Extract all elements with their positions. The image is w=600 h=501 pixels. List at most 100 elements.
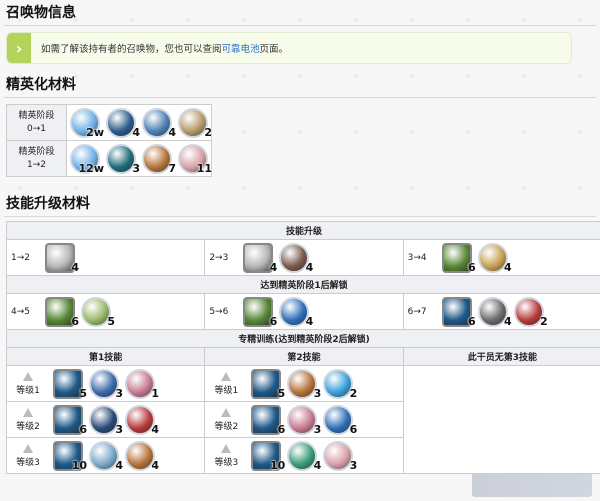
mastery-level-label: 等级1 <box>11 371 45 396</box>
crystal-box-icon[interactable]: 4 <box>125 440 159 472</box>
item-list: 6 4 2 <box>441 296 548 328</box>
skill-summary-3-icon[interactable]: 5 <box>53 368 87 400</box>
item-count: 1 <box>151 386 159 400</box>
elite-stage-label: 精英阶段 1→2 <box>6 140 67 177</box>
lmd-chip-icon[interactable]: 12w <box>70 143 104 175</box>
skill-summary-2-icon[interactable]: 6 <box>441 242 476 274</box>
mastery-cell: 等级1 5 3 1 <box>5 365 206 402</box>
skill-summary-3-icon[interactable]: 10 <box>251 440 285 472</box>
item-list: 5 3 2 <box>251 368 357 400</box>
grass-ore-icon[interactable]: 5 <box>81 296 115 328</box>
upgrade-cell: 4→5 6 5 <box>5 293 206 330</box>
item-list: 6 3 6 <box>251 404 357 436</box>
mastery-cell: 等级1 5 3 2 <box>204 365 404 402</box>
mastery-cell: 等级3 10 4 4 <box>5 437 206 474</box>
upgrade-step: 1→2 <box>11 252 30 263</box>
mastery-rank-icon <box>23 443 33 453</box>
item-count: 6 <box>269 314 278 328</box>
item-count: 4 <box>504 260 512 274</box>
orb-cluster-icon[interactable]: 4 <box>89 440 123 472</box>
mastery-rank-icon <box>23 407 33 417</box>
lmd-chip-icon[interactable]: 2w <box>70 107 104 139</box>
pink-block-icon[interactable]: 3 <box>323 440 357 472</box>
item-count: 10 <box>71 458 87 472</box>
item-count: 6 <box>468 314 476 328</box>
mastery-rank-icon <box>221 371 232 381</box>
item-count: 2 <box>540 314 548 328</box>
blade-icon[interactable]: 4 <box>477 296 512 328</box>
item-count: 4 <box>151 422 159 436</box>
mastery-level-label: 等级3 <box>11 443 45 468</box>
item-list: 64 <box>243 296 313 328</box>
item-count: 4 <box>305 314 314 328</box>
elite-stage-label: 精英阶段 0→1 <box>6 104 67 141</box>
mastery-level-label: 等级2 <box>209 407 243 432</box>
blue-orb-icon[interactable]: 2 <box>323 368 357 400</box>
polyester-icon[interactable]: 2 <box>178 107 212 139</box>
item-list: 6 3 4 <box>53 404 159 436</box>
skill-summary-icon[interactable]: 4 <box>45 242 79 274</box>
item-count: 4 <box>115 458 123 472</box>
summon-section-title: 召唤物信息 <box>4 0 596 26</box>
notice-text: 如需了解该持有者的召唤物，您也可以查阅可靠电池页面。 <box>31 41 288 55</box>
skill-summary-3-icon[interactable]: 6 <box>441 296 476 328</box>
gold-ore-icon[interactable]: 4 <box>477 242 512 274</box>
notice-box: › 如需了解该持有者的召唤物，您也可以查阅可靠电池页面。 <box>6 32 572 64</box>
specialist-chip-icon[interactable]: 4 <box>106 107 140 139</box>
elite-row: 精英阶段 1→2 12w 3 7 11 <box>6 140 212 177</box>
item-count: 7 <box>168 161 176 175</box>
item-count: 2 <box>204 125 212 139</box>
mastery-level-label: 等级3 <box>209 443 243 468</box>
upgrade-cell: 1→2 4 <box>5 239 206 276</box>
item-count: 6 <box>71 314 79 328</box>
skill-summary-3-icon[interactable]: 6 <box>53 404 87 436</box>
elite-stage-step: 0→1 <box>27 123 46 134</box>
item-count: 10 <box>270 458 286 472</box>
skill-summary-3-icon[interactable]: 10 <box>53 440 87 472</box>
rock-icon[interactable]: 4 <box>279 242 313 274</box>
notice-link[interactable]: 可靠电池 <box>222 44 260 55</box>
item-count: 6 <box>468 260 476 274</box>
elite-table: 精英阶段 0→1 2w 4 4 2 精英阶段 1→2 12w 3 7 11 <box>6 104 212 177</box>
item-count: 3 <box>115 422 123 436</box>
elite-stage-text: 精英阶段 <box>18 110 55 121</box>
item-count: 3 <box>313 422 322 436</box>
pink-block-icon[interactable]: 11 <box>178 143 212 175</box>
crystal-box-icon[interactable]: 3 <box>287 368 321 400</box>
item-list: 4 <box>45 242 79 274</box>
item-list: 10 4 4 <box>53 440 159 472</box>
item-count: 4 <box>504 314 512 328</box>
red-cube-icon[interactable]: 2 <box>513 296 548 328</box>
item-count: 4 <box>269 260 278 274</box>
skill-summary-3-icon[interactable]: 6 <box>251 404 285 436</box>
mastery-level-number: 2 <box>232 421 239 432</box>
item-count: 4 <box>305 260 314 274</box>
dualchip-icon[interactable]: 3 <box>106 143 140 175</box>
mastery-header: 专精训练(达到精英阶段2后解锁) <box>6 329 600 348</box>
pink-crystal-icon[interactable]: 1 <box>125 368 159 400</box>
blue-cube-icon[interactable]: 4 <box>279 296 313 328</box>
mastery-rank-icon <box>221 407 232 417</box>
device-icon[interactable]: 4 <box>142 107 176 139</box>
item-count: 2 <box>349 386 358 400</box>
unlock-elite1-header: 达到精英阶段1后解锁 <box>6 275 600 294</box>
skill-summary-2-icon[interactable]: 6 <box>45 296 79 328</box>
mastery-cell: 等级2 6 3 6 <box>204 401 404 438</box>
elite-items-cell: 12w 3 7 11 <box>66 140 212 177</box>
skill2-header: 第2技能 <box>204 347 404 366</box>
skill-summary-3-icon[interactable]: 5 <box>251 368 285 400</box>
mastery-level-number: 2 <box>34 421 40 432</box>
item-count: 12w <box>78 161 104 175</box>
skill-summary-icon[interactable]: 4 <box>243 242 277 274</box>
crystal-box-icon[interactable]: 7 <box>142 143 176 175</box>
skill-summary-2-icon[interactable]: 6 <box>243 296 277 328</box>
pink-crystal-icon[interactable]: 3 <box>287 404 321 436</box>
chip-box-icon[interactable]: 3 <box>89 404 123 436</box>
blue-cube-icon[interactable]: 6 <box>323 404 357 436</box>
item-list: 64 <box>441 242 512 274</box>
mastery-level-number: 1 <box>232 385 239 396</box>
green-orb-icon[interactable]: 4 <box>287 440 321 472</box>
elite-stage-step: 1→2 <box>27 159 46 170</box>
crystal-shard-icon[interactable]: 3 <box>89 368 123 400</box>
red-cube-icon[interactable]: 4 <box>125 404 159 436</box>
